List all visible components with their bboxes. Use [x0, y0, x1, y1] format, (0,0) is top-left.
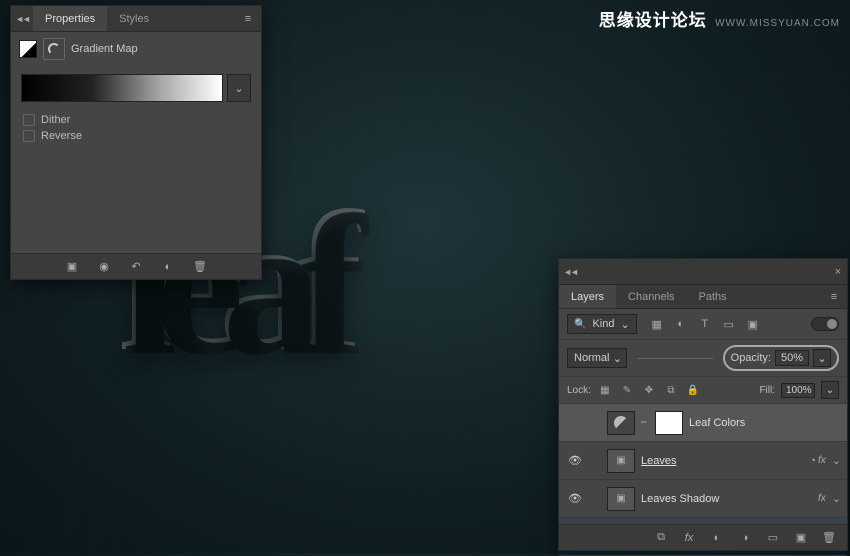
fill-label: Fill:: [759, 385, 775, 396]
filter-type-icon[interactable]: T: [697, 316, 713, 332]
layer-suffix: ◔ fx ⌄: [809, 454, 841, 467]
filter-badge-icon: ◔: [809, 455, 816, 467]
fx-icon[interactable]: fx: [681, 532, 697, 544]
layer-name-label[interactable]: Leaves: [641, 455, 803, 467]
tab-layers[interactable]: Layers: [559, 285, 616, 308]
filter-pixel-icon[interactable]: ▦: [649, 316, 665, 332]
reverse-checkbox[interactable]: [23, 130, 35, 142]
tab-channels[interactable]: Channels: [616, 285, 686, 308]
link-icon: ⎯: [641, 416, 649, 429]
blend-row: Normal Opacity: 50% ⌄: [559, 340, 847, 377]
watermark-cn: 思缘设计论坛: [599, 11, 707, 30]
reset-icon[interactable]: ↶: [127, 260, 145, 274]
filter-shape-icon[interactable]: ▭: [721, 316, 737, 332]
link-layers-icon[interactable]: ⧉: [653, 531, 669, 544]
collapse-icon[interactable]: ◄◄: [11, 14, 33, 24]
properties-tabstrip: ◄◄ Properties Styles ≡: [11, 6, 261, 32]
dither-row[interactable]: Dither: [11, 112, 261, 128]
adjustment-icon: [43, 38, 65, 60]
layers-tabs: Layers Channels Paths ≡: [559, 285, 847, 309]
opacity-label: Opacity:: [731, 352, 771, 364]
fx-badge[interactable]: fx: [818, 493, 826, 504]
filter-toggle[interactable]: [811, 317, 839, 331]
lock-artboard-icon[interactable]: ⧉: [663, 382, 679, 398]
gradient-dropdown-icon[interactable]: ⌄: [227, 74, 251, 102]
layer-name-label[interactable]: Leaf Colors: [689, 417, 841, 429]
trash-icon[interactable]: 🗑: [821, 531, 837, 544]
new-layer-icon[interactable]: ▣: [793, 531, 809, 544]
chevron-down-icon[interactable]: ⌄: [832, 492, 841, 505]
chevron-down-icon: ⌄: [620, 318, 629, 331]
view-prev-icon[interactable]: ◉: [95, 260, 113, 274]
watermark-en: WWW.MISSYUAN.COM: [715, 18, 840, 29]
tab-properties[interactable]: Properties: [33, 6, 107, 31]
watermark: 思缘设计论坛 WWW.MISSYUAN.COM: [599, 6, 840, 31]
filter-icons: ▦ ◐ T ▭ ▣: [649, 316, 761, 332]
layer-name-label[interactable]: Leaves Shadow: [641, 493, 812, 505]
fx-badge[interactable]: fx: [818, 455, 826, 466]
layer-suffix: fx ⌄: [818, 492, 841, 505]
gradient-swatch-icon: [19, 40, 37, 58]
layer-leaf-colors[interactable]: ⎯ Leaf Colors: [559, 404, 847, 442]
blend-mode-select[interactable]: Normal: [567, 348, 627, 368]
fill-arrow-icon[interactable]: ⌄: [821, 381, 839, 399]
reverse-label: Reverse: [41, 130, 82, 142]
lock-row: Lock: ▦ ✎ ✥ ⧉ 🔒 Fill: 100% ⌄: [559, 377, 847, 404]
visibility-toggle[interactable]: 👁: [565, 454, 585, 467]
visibility-icon[interactable]: ◐: [159, 260, 177, 274]
fill-value[interactable]: 100%: [781, 383, 815, 398]
properties-footer: ▣ ◉ ↶ ◐ 🗑: [11, 253, 261, 279]
group-icon[interactable]: ▭: [765, 531, 781, 544]
filter-smart-icon[interactable]: ▣: [745, 316, 761, 332]
adjustment-layer-icon[interactable]: ◑: [737, 532, 753, 544]
reverse-row[interactable]: Reverse: [11, 128, 261, 144]
properties-title: Gradient Map: [71, 43, 138, 55]
layers-tabstrip: ◄◄ ×: [559, 259, 847, 285]
gradient-row: ⌄: [21, 74, 251, 102]
dither-label: Dither: [41, 114, 70, 126]
filter-label: Kind: [592, 318, 614, 330]
smart-object-thumb: ▣: [607, 487, 635, 511]
panel-menu-icon[interactable]: ≡: [235, 13, 261, 25]
layers-footer: ⧉ fx ◐ ◑ ▭ ▣ 🗑: [559, 524, 847, 550]
mask-thumb: [655, 411, 683, 435]
adjustment-thumb-icon: [607, 411, 635, 435]
filter-select[interactable]: 🔍 Kind ⌄: [567, 314, 637, 334]
chevron-down-icon[interactable]: ⌄: [832, 454, 841, 467]
layers-menu-icon[interactable]: ≡: [821, 291, 847, 303]
properties-header: Gradient Map: [11, 32, 261, 64]
filter-adjust-icon[interactable]: ◐: [673, 316, 689, 332]
filter-row: 🔍 Kind ⌄ ▦ ◐ T ▭ ▣: [559, 309, 847, 340]
opacity-arrow-icon[interactable]: ⌄: [813, 349, 831, 367]
trash-icon[interactable]: 🗑: [191, 260, 209, 274]
layer-leaves[interactable]: 👁 ▣ Leaves ◔ fx ⌄: [559, 442, 847, 480]
lock-all-icon[interactable]: 🔒: [685, 382, 701, 398]
lock-position-icon[interactable]: ✥: [641, 382, 657, 398]
dither-checkbox[interactable]: [23, 114, 35, 126]
opacity-value[interactable]: 50%: [775, 350, 809, 366]
properties-panel: ◄◄ Properties Styles ≡ Gradient Map ⌄ Di…: [10, 5, 262, 280]
clip-icon[interactable]: ▣: [63, 260, 81, 274]
layers-close-icon[interactable]: ×: [829, 266, 847, 278]
lock-pixels-icon[interactable]: ▦: [597, 382, 613, 398]
tab-paths[interactable]: Paths: [687, 285, 739, 308]
visibility-toggle[interactable]: 👁: [565, 492, 585, 505]
mask-icon[interactable]: ◐: [709, 532, 725, 544]
layers-collapse-icon[interactable]: ◄◄: [559, 267, 581, 277]
layer-leaves-shadow[interactable]: 👁 ▣ Leaves Shadow fx ⌄: [559, 480, 847, 518]
layers-panel: ◄◄ × Layers Channels Paths ≡ 🔍 Kind ⌄ ▦ …: [558, 258, 848, 551]
lock-brush-icon[interactable]: ✎: [619, 382, 635, 398]
search-icon: 🔍: [574, 319, 586, 330]
gradient-bar[interactable]: [21, 74, 223, 102]
opacity-slider[interactable]: [637, 358, 713, 359]
lock-label: Lock:: [567, 385, 591, 396]
opacity-group: Opacity: 50% ⌄: [723, 345, 839, 371]
smart-object-thumb: ▣: [607, 449, 635, 473]
tab-styles[interactable]: Styles: [107, 6, 161, 31]
